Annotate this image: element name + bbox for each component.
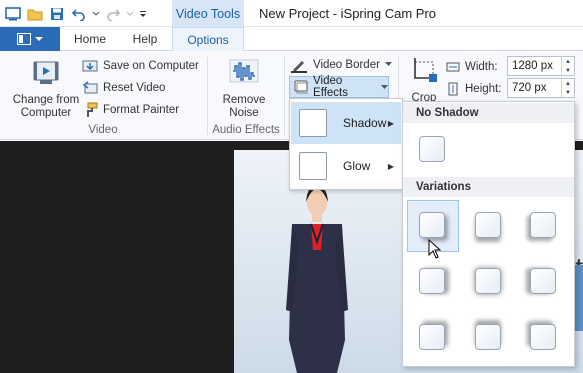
shadow-gallery: No Shadow Variations	[402, 101, 575, 367]
file-menu-button[interactable]	[0, 27, 60, 51]
height-label-row: Height:	[446, 78, 501, 99]
app-icon[interactable]	[3, 4, 23, 24]
video-border-icon	[291, 60, 307, 73]
spin-down-icon[interactable]: ▼	[565, 68, 571, 74]
shadow-variation[interactable]	[530, 212, 556, 238]
document-title: New Project - iSpring Cam Pro	[259, 6, 436, 21]
width-icon	[446, 62, 460, 71]
shadow-variation[interactable]	[419, 212, 445, 238]
submenu-arrow-icon: ▶	[387, 161, 394, 171]
variations-header: Variations	[403, 177, 574, 197]
save-video-icon	[82, 60, 98, 71]
redo-dropdown-icon	[125, 4, 135, 24]
menu-item-glow-label: Glow	[343, 159, 371, 173]
width-label: Width:	[465, 60, 498, 73]
ribbon-tab-row: Home Help Options	[0, 27, 583, 52]
mouse-cursor-icon	[428, 239, 442, 259]
remove-noise-label: Remove Noise	[222, 94, 266, 119]
video-border-label: Video Border	[313, 58, 380, 71]
video-effects-menu: Shadow ▶ Glow ▶	[289, 98, 403, 190]
shadow-variation[interactable]	[475, 268, 501, 294]
shadow-variation[interactable]	[419, 324, 445, 350]
shadow-variation[interactable]	[530, 324, 556, 350]
format-painter-icon	[87, 102, 98, 117]
height-label: Height:	[465, 82, 502, 95]
glow-swatch-icon	[299, 152, 327, 180]
customize-qat-icon[interactable]	[137, 4, 149, 24]
open-folder-icon[interactable]	[25, 4, 45, 24]
tab-help[interactable]: Help	[122, 27, 168, 51]
reset-video-icon	[82, 80, 98, 93]
undo-dropdown-icon[interactable]	[91, 4, 101, 24]
width-spin-arrows[interactable]: ▲ ▼	[561, 57, 574, 75]
submenu-arrow-icon: ▶	[387, 118, 394, 128]
change-from-computer-label: Change from Computer	[12, 94, 80, 119]
video-border-button[interactable]: Video Border	[290, 54, 392, 75]
video-effects-label: Video Effects	[313, 75, 348, 99]
video-group-label: Video	[88, 124, 118, 136]
file-menu-icon	[17, 33, 31, 45]
height-input[interactable]: 720 px	[508, 79, 561, 97]
spin-up-icon[interactable]: ▲	[565, 81, 571, 87]
audio-effects-group-label: Audio Effects	[212, 124, 280, 136]
save-on-computer-label: Save on Computer	[103, 59, 199, 72]
reset-video-button[interactable]: Reset Video	[82, 77, 165, 98]
spin-up-icon[interactable]: ▲	[565, 59, 571, 65]
menu-item-shadow-label: Shadow	[343, 116, 387, 130]
chevron-down-icon	[381, 84, 388, 89]
height-spinner[interactable]: 720 px ▲ ▼	[507, 78, 575, 98]
menu-item-glow[interactable]: Glow ▶	[291, 145, 401, 187]
tab-options[interactable]: Options	[172, 27, 244, 52]
height-spin-arrows[interactable]: ▲ ▼	[561, 79, 574, 97]
menu-item-shadow[interactable]: Shadow ▶	[291, 102, 401, 144]
shadow-variation[interactable]	[419, 268, 445, 294]
redo-icon	[103, 4, 123, 24]
no-shadow-header: No Shadow	[403, 103, 574, 123]
shadow-variation[interactable]	[475, 324, 501, 350]
no-shadow-option[interactable]	[419, 136, 445, 162]
width-label-row: Width:	[446, 56, 498, 77]
undo-icon[interactable]	[69, 4, 89, 24]
change-from-computer-button[interactable]: Change from Computer	[8, 56, 84, 120]
video-effects-icon	[294, 80, 309, 94]
height-icon	[448, 82, 458, 95]
title-bar: Video Tools New Project - iSpring Cam Pr…	[0, 0, 583, 27]
save-on-computer-button[interactable]: Save on Computer	[82, 55, 199, 76]
shadow-variation[interactable]	[475, 212, 501, 238]
spin-down-icon[interactable]: ▼	[565, 90, 571, 96]
change-video-icon	[33, 61, 59, 84]
format-painter-label: Format Painter	[103, 103, 180, 116]
reset-video-label: Reset Video	[103, 81, 166, 94]
tab-home[interactable]: Home	[62, 27, 118, 51]
save-icon[interactable]	[47, 4, 67, 24]
chevron-down-icon	[35, 36, 43, 41]
remove-noise-button[interactable]: Remove Noise	[216, 56, 272, 120]
group-separator	[284, 57, 285, 135]
width-spinner[interactable]: 1280 px ▲ ▼	[507, 56, 575, 76]
video-effects-button[interactable]: Video Effects	[289, 75, 389, 99]
shadow-swatch-icon	[299, 109, 327, 137]
shadow-variation[interactable]	[530, 268, 556, 294]
width-input[interactable]: 1280 px	[508, 57, 561, 75]
waveform-icon	[229, 59, 259, 83]
crop-button[interactable]: Crop	[404, 56, 444, 105]
crop-icon	[414, 58, 437, 82]
quick-access-toolbar	[0, 0, 149, 27]
chevron-down-icon	[384, 62, 392, 66]
format-painter-button[interactable]: Format Painter	[82, 99, 179, 120]
video-tools-context-title: Video Tools	[172, 0, 244, 27]
